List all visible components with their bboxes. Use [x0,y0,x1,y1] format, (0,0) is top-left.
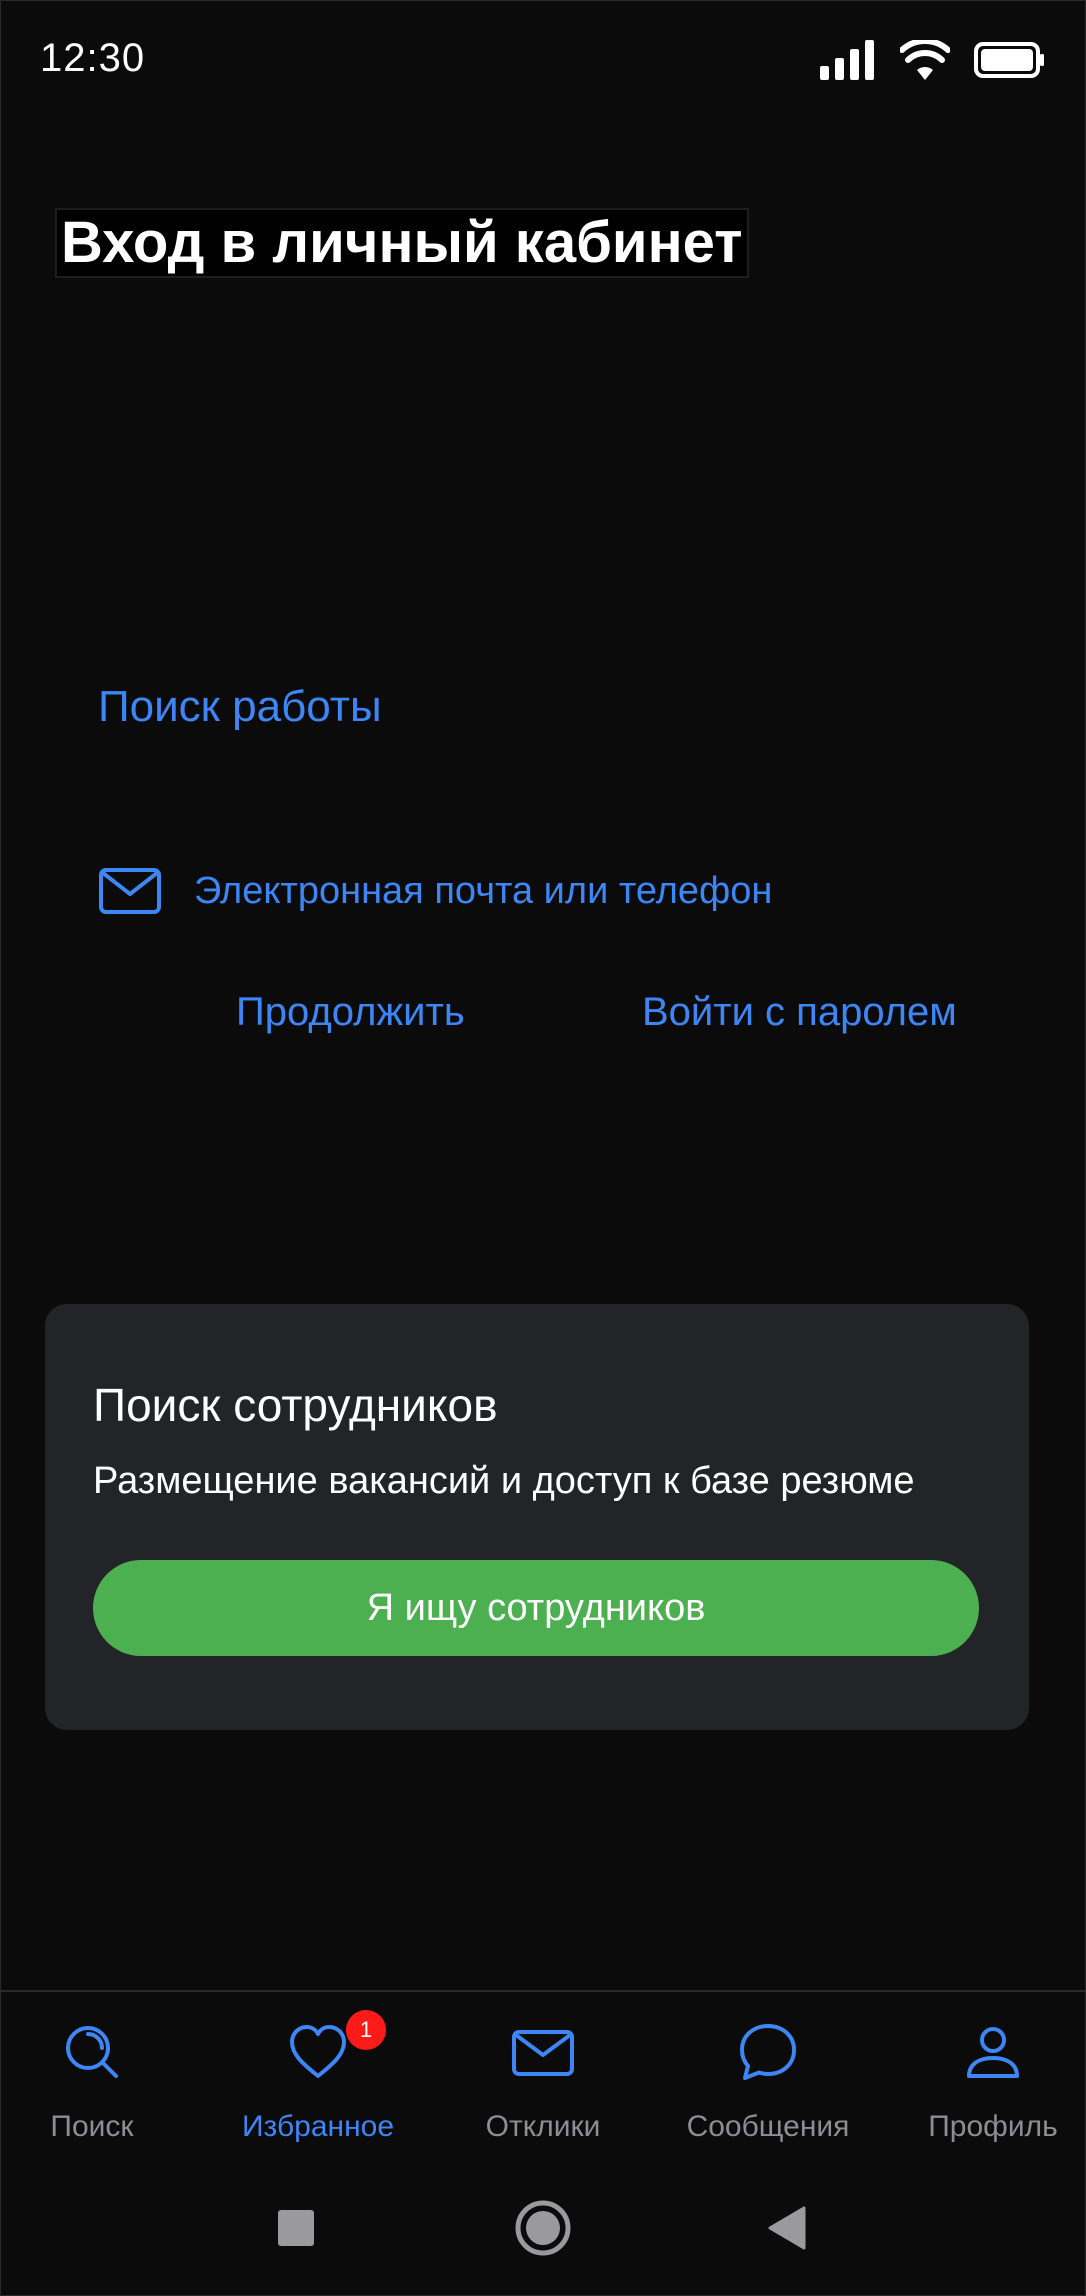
tab-profile[interactable]: Профиль [893,2012,1086,2152]
i-search-employees-button[interactable]: Я ищу сотрудников [93,1560,979,1656]
job-search-title: Поиск работы [98,682,382,731]
email-or-phone-label: Электронная почта или телефон [194,869,773,912]
home-icon[interactable] [511,2196,575,2260]
search-icon [66,2026,118,2078]
recent-apps-icon[interactable] [264,2196,328,2260]
tab-search-label: Поиск [50,2110,134,2143]
heart-icon [290,2025,346,2078]
employer-card-title: Поиск сотрудников [93,1379,498,1431]
screen-frame [0,0,1086,2296]
employer-card: Поиск сотрудников Размещение вакансий и … [45,1304,1029,1730]
mail-icon [99,868,161,914]
continue-button[interactable]: Продолжить [236,990,465,1035]
page-title: Вход в личный кабинет [55,208,749,278]
tab-profile-label: Профиль [928,2110,1058,2143]
tab-favorites[interactable]: 1 Избранное [218,2010,418,2152]
profile-icon [967,2027,1019,2078]
tab-messages-label: Сообщения [686,2110,850,2143]
login-with-password-button[interactable]: Войти с паролем [642,990,957,1035]
email-or-phone-field[interactable]: Электронная почта или телефон [98,860,772,922]
favorites-badge: 1 [346,2010,386,2050]
tab-messages[interactable]: Сообщения [668,2012,868,2152]
chat-bubble-icon [740,2024,796,2080]
back-icon[interactable] [756,2196,820,2260]
battery-icon [974,42,1044,78]
status-bar: 12:30 [0,0,1086,120]
status-time: 12:30 [40,36,146,80]
system-navigation-bar [0,2160,1086,2296]
envelope-icon [512,2030,574,2076]
bottom-tab-bar: Поиск 1 Избранное Отклики Сообщения Проф… [0,1990,1086,2162]
tab-favorites-label: Избранное [241,2110,395,2143]
status-icons [820,36,1046,84]
tab-search[interactable]: Поиск [0,2012,192,2152]
wifi-icon [900,40,950,80]
employer-card-subtitle: Размещение вакансий и доступ к базе резю… [93,1460,915,1502]
signal-icon [820,40,874,80]
tab-responses-label: Отклики [485,2110,601,2143]
tab-responses[interactable]: Отклики [443,2012,643,2152]
